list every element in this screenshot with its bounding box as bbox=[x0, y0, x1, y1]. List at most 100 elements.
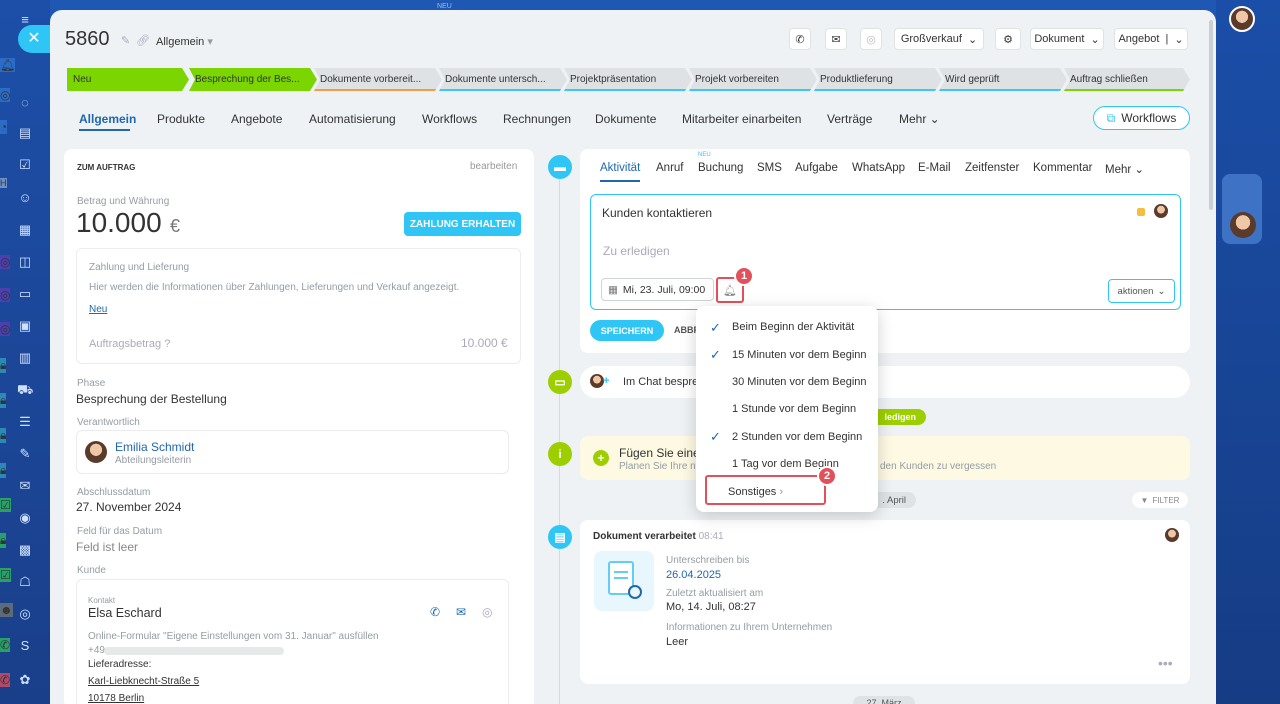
openline-icon[interactable]: ◎ bbox=[0, 322, 11, 336]
tab-mehr[interactable]: Mehr ⌄ bbox=[899, 112, 940, 126]
tab-vertraege[interactable]: Verträge bbox=[827, 112, 872, 126]
contact-name[interactable]: Elsa Eschard bbox=[88, 606, 162, 620]
mail-icon[interactable]: ✉ bbox=[456, 605, 466, 619]
s-icon[interactable]: S bbox=[17, 638, 33, 654]
stage-projekt-vorbereiten[interactable]: Projekt vorbereiten bbox=[689, 68, 817, 91]
tab-aufgabe[interactable]: Aufgabe bbox=[795, 162, 838, 174]
tab-kommentar[interactable]: Kommentar bbox=[1033, 162, 1092, 174]
gear-icon[interactable]: ⚙ bbox=[995, 28, 1021, 50]
tab-zeitfenster[interactable]: Zeitfenster bbox=[965, 162, 1019, 174]
assignee-avatar[interactable] bbox=[1154, 204, 1168, 218]
reminder-option[interactable]: 15 Minuten vor dem Beginn bbox=[732, 349, 867, 361]
phone-icon[interactable]: ✆ bbox=[430, 605, 440, 619]
lock-icon[interactable]: 🔒︎ bbox=[0, 533, 7, 548]
tab-workflows[interactable]: Workflows bbox=[422, 112, 477, 126]
sign-icon[interactable]: ✎ bbox=[17, 446, 33, 462]
chat-icon[interactable]: ◎ bbox=[482, 605, 492, 619]
stage-dokumente-unterschreiben[interactable]: Dokumente untersch... bbox=[439, 68, 567, 91]
contact-avatar[interactable] bbox=[1230, 212, 1256, 238]
group-icon[interactable]: ☻ bbox=[0, 603, 13, 617]
edit-link[interactable]: bearbeiten bbox=[470, 161, 517, 172]
h-avatar-icon[interactable]: H bbox=[0, 178, 7, 188]
scrollbar[interactable] bbox=[1209, 20, 1213, 210]
shop-icon[interactable]: ⛟ bbox=[17, 382, 33, 398]
calendar-icon[interactable]: ▩ bbox=[17, 542, 33, 558]
openline-icon[interactable]: ◎ bbox=[0, 288, 11, 302]
camera-icon[interactable]: ◉ bbox=[17, 510, 33, 526]
more-icon[interactable]: ••• bbox=[1158, 655, 1173, 671]
angebot-button[interactable]: Angebot | ⌄ bbox=[1114, 28, 1188, 50]
stack-icon[interactable]: ☰ bbox=[17, 414, 33, 430]
target-icon[interactable]: ◎ bbox=[17, 606, 33, 622]
stage-auftrag-schliessen[interactable]: Auftrag schließen bbox=[1064, 68, 1190, 91]
crm-icon[interactable]: ▣ bbox=[17, 318, 33, 334]
tab-automatisierung[interactable]: Automatisierung bbox=[309, 112, 396, 126]
grossverkauf-button[interactable]: Großverkauf ⌄ bbox=[894, 28, 984, 50]
tab-anruf[interactable]: Anruf bbox=[656, 162, 684, 174]
lock-icon[interactable]: 🔒︎ bbox=[0, 428, 7, 443]
tab-sms[interactable]: SMS bbox=[757, 162, 782, 174]
edit-pencil-icon[interactable]: ✎ bbox=[121, 34, 130, 47]
stage-projektpraesentation[interactable]: Projektpräsentation bbox=[564, 68, 692, 91]
date-picker[interactable]: ▦ Mi, 23. Juli, 09:00 bbox=[601, 278, 714, 301]
save-button[interactable]: SPEICHERN bbox=[590, 320, 664, 341]
payment-new-link[interactable]: Neu bbox=[89, 304, 107, 315]
chat-icon[interactable]: ◫ bbox=[17, 254, 33, 270]
lock-icon[interactable]: 🔒︎ bbox=[0, 393, 7, 408]
deal-category[interactable]: Allgemein ▾ bbox=[156, 35, 213, 48]
reminder-option[interactable]: 2 Stunden vor dem Beginn bbox=[732, 431, 862, 443]
workflows-button[interactable]: ⧉ Workflows bbox=[1093, 106, 1190, 130]
responsible-name[interactable]: Emilia Schmidt bbox=[115, 440, 194, 454]
stage-produktlieferung[interactable]: Produktlieferung bbox=[814, 68, 942, 91]
settings-icon[interactable]: ✿ bbox=[17, 672, 33, 688]
document-thumbnail[interactable] bbox=[594, 551, 654, 611]
user-avatar[interactable] bbox=[1229, 6, 1255, 32]
contacts-icon[interactable]: ☺ bbox=[17, 190, 33, 206]
reminder-option[interactable]: 30 Minuten vor dem Beginn bbox=[732, 376, 867, 388]
activity-title-input[interactable]: Kunden kontaktieren bbox=[602, 206, 712, 220]
task-icon[interactable]: ☑ bbox=[0, 498, 11, 512]
chat-button[interactable]: ◎ bbox=[860, 28, 882, 50]
actions-dropdown[interactable]: aktionen ⌄ bbox=[1108, 279, 1175, 303]
tab-rechnungen[interactable]: Rechnungen bbox=[503, 112, 571, 126]
link-icon[interactable]: 🔗︎ bbox=[136, 34, 150, 47]
robot-icon[interactable]: ☖ bbox=[17, 574, 33, 590]
payments-icon[interactable]: ▭ bbox=[17, 286, 33, 302]
stage-neu[interactable]: Neu bbox=[67, 68, 189, 91]
payment-received-button[interactable]: ZAHLUNG ERHALTEN bbox=[404, 212, 521, 236]
phone-icon[interactable]: ✆ bbox=[0, 638, 11, 652]
filter-button[interactable]: ▼ FILTER bbox=[1132, 492, 1188, 508]
mail-icon[interactable]: ✉ bbox=[17, 478, 33, 494]
analytics-icon[interactable]: ▥ bbox=[17, 350, 33, 366]
openline-icon[interactable]: ◎ bbox=[0, 255, 11, 269]
stage-dokumente-vorbereiten[interactable]: Dokumente vorbereit... bbox=[314, 68, 442, 91]
spiral-icon[interactable]: ◎ bbox=[0, 88, 11, 102]
tab-produkte[interactable]: Produkte bbox=[157, 112, 205, 126]
stage-besprechung[interactable]: Besprechung der Bes... bbox=[189, 68, 317, 91]
bell-icon[interactable]: 🔔︎ bbox=[0, 58, 16, 72]
add-plus-icon[interactable]: + bbox=[593, 450, 609, 466]
call-button[interactable]: ✆ bbox=[789, 28, 811, 50]
tab-mehr[interactable]: Mehr ⌄ bbox=[1105, 162, 1144, 176]
tab-email[interactable]: E-Mail bbox=[918, 162, 951, 174]
tab-angebote[interactable]: Angebote bbox=[231, 112, 282, 126]
dokument-button[interactable]: Dokument ⌄ bbox=[1030, 28, 1104, 50]
phone-icon[interactable]: ✆ bbox=[0, 673, 11, 687]
reminder-option[interactable]: Beim Beginn der Aktivität bbox=[732, 321, 854, 333]
reminder-option-sonstiges[interactable]: Sonstiges › bbox=[728, 486, 783, 498]
task-icon[interactable]: ☑ bbox=[0, 568, 11, 582]
stage-wird-geprueft[interactable]: Wird geprüft bbox=[939, 68, 1067, 91]
tab-allgemein[interactable]: Allgemein bbox=[79, 112, 136, 126]
reminder-option[interactable]: 1 Stunde vor dem Beginn bbox=[732, 403, 856, 415]
tab-whatsapp[interactable]: WhatsApp bbox=[852, 162, 905, 174]
lock-icon[interactable]: 🔒︎ bbox=[0, 358, 7, 373]
check-icon[interactable]: ☑ bbox=[17, 157, 33, 173]
feed-icon[interactable]: ◌ bbox=[17, 95, 33, 111]
mail-button[interactable]: ✉ bbox=[825, 28, 847, 50]
tasks-icon[interactable]: ▤ bbox=[17, 125, 33, 141]
tab-buchung[interactable]: Buchung bbox=[698, 162, 743, 174]
close-icon[interactable]: ✕ bbox=[18, 25, 50, 53]
documents-icon[interactable]: ▦ bbox=[17, 222, 33, 238]
chat-bubble-icon[interactable]: ◔ bbox=[0, 120, 8, 134]
tab-mitarbeiter[interactable]: Mitarbeiter einarbeiten bbox=[682, 112, 801, 126]
